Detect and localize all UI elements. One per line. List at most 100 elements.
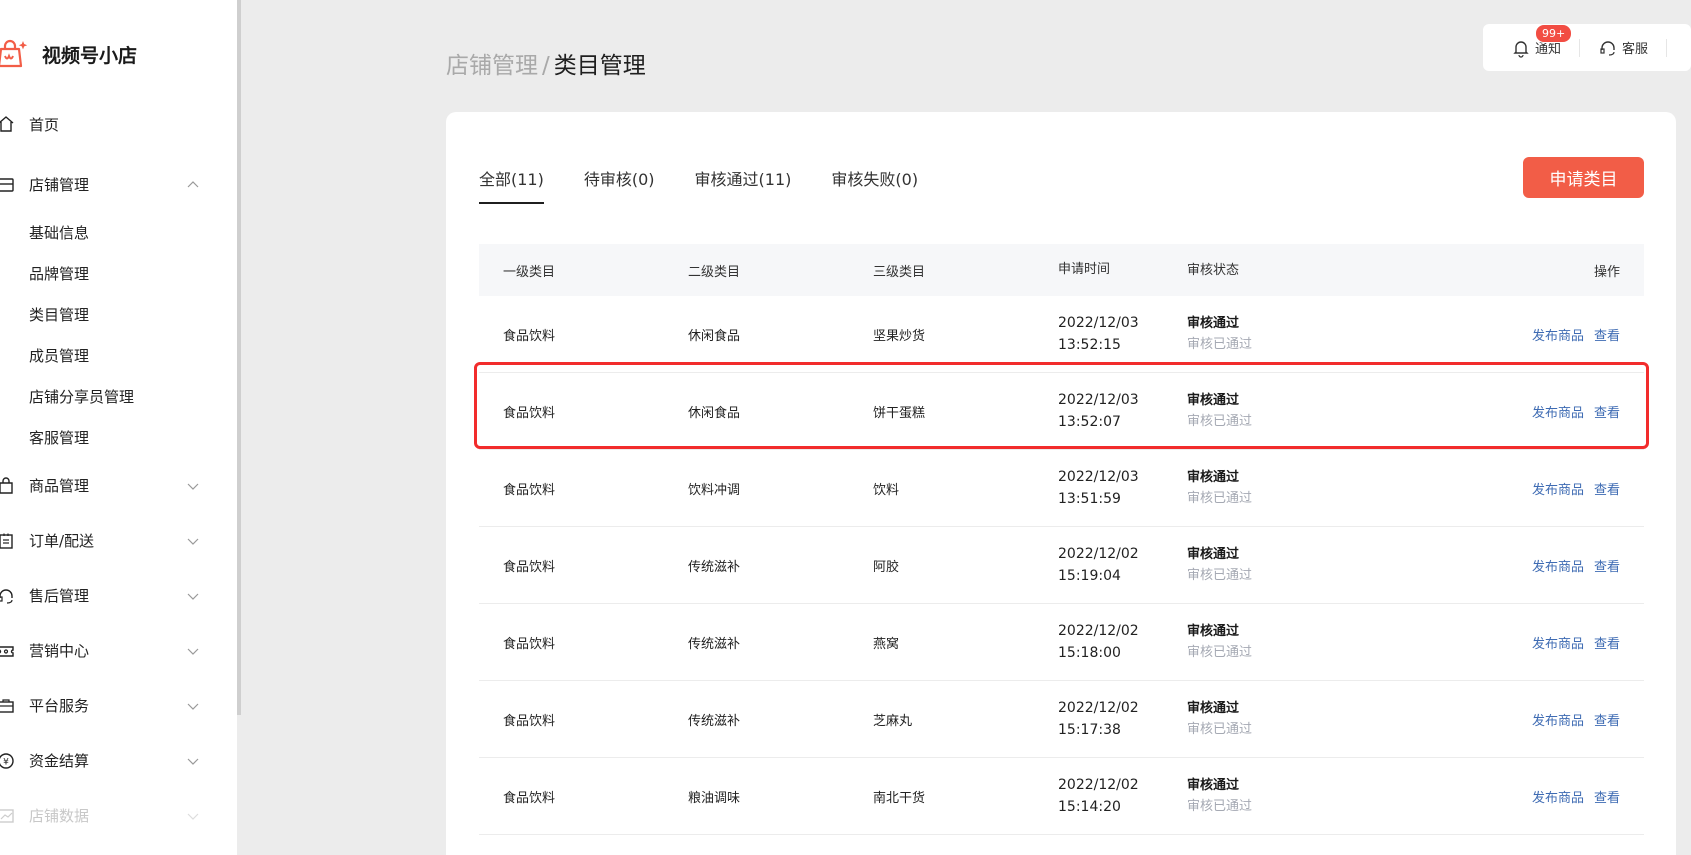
status-detail: 审核已通过 xyxy=(1187,414,1253,429)
sidebar-nav: 首页 店铺管理 基础信息 品牌管理 类目管理 成员管理 店铺分享员管理 客服管理… xyxy=(0,102,237,843)
sidebar-item-orders[interactable]: 订单/配送 xyxy=(0,513,237,568)
cell-actions: 发布商品 查看 xyxy=(1532,325,1620,344)
status-detail: 审核已通过 xyxy=(1187,568,1253,583)
sidebar-item-goods[interactable]: 商品管理 xyxy=(0,458,237,513)
publish-goods-link[interactable]: 发布商品 xyxy=(1532,791,1584,806)
sidebar-item-label: 资金结算 xyxy=(29,752,90,770)
breadcrumb: 店铺管理 / 类目管理 xyxy=(446,46,646,80)
cell-level2: 休闲食品 xyxy=(688,328,741,344)
cell-level1: 食品饮料 xyxy=(503,713,556,729)
cell-status: 审核通过 审核已通过 xyxy=(1187,698,1252,740)
view-link[interactable]: 查看 xyxy=(1594,329,1620,344)
sidebar-subitem-category[interactable]: 类目管理 xyxy=(0,294,237,335)
chevron-down-icon xyxy=(187,593,199,600)
tab-all[interactable]: 全部(11) xyxy=(479,166,544,204)
tab-approved[interactable]: 审核通过(11) xyxy=(695,166,792,204)
view-link[interactable]: 查看 xyxy=(1594,637,1620,652)
view-link[interactable]: 查看 xyxy=(1594,714,1620,729)
chevron-down-icon xyxy=(187,813,199,820)
sidebar-item-aftersale[interactable]: 售后管理 xyxy=(0,568,237,623)
ticket-icon xyxy=(0,641,16,661)
apply-time: 15:17:38 xyxy=(1058,722,1121,738)
sidebar-item-home[interactable]: 首页 xyxy=(0,102,237,146)
clipboard-icon xyxy=(0,531,16,551)
chevron-down-icon xyxy=(187,483,199,490)
cell-actions: 发布商品 查看 xyxy=(1532,710,1620,729)
sidebar-subitem-basic-info[interactable]: 基础信息 xyxy=(0,212,237,253)
cell-level2: 饮料冲调 xyxy=(688,482,741,498)
sidebar-item-store-data[interactable]: 店铺数据 xyxy=(0,788,237,843)
apply-category-button[interactable]: 申请类目 xyxy=(1523,157,1644,198)
divider xyxy=(1579,38,1581,57)
table-row: 食品饮料 粮油调味 南北干货 2022/12/02 15:14:20 审核通过 审核已通过 发… xyxy=(479,758,1644,835)
table-row: 食品饮料 饮料冲调 饮料 2022/12/03 13:51:59 审核通过 审核已通过 发布商… xyxy=(479,450,1644,527)
cell-level3: 饮料 xyxy=(873,482,900,498)
view-link[interactable]: 查看 xyxy=(1594,791,1620,806)
cell-level2: 传统滋补 xyxy=(688,636,741,652)
divider xyxy=(1666,38,1668,57)
chevron-up-icon xyxy=(187,180,199,187)
sidebar-subitem-members[interactable]: 成员管理 xyxy=(0,335,237,376)
table-row: 食品饮料 传统滋补 阿胶 2022/12/02 15:19:04 审核通过 审核已通过 发布商… xyxy=(479,527,1644,604)
sidebar-item-finance[interactable]: ¥ 资金结算 xyxy=(0,733,237,788)
cell-level2: 传统滋补 xyxy=(688,713,741,729)
sidebar-subitem-sharers[interactable]: 店铺分享员管理 xyxy=(0,376,237,417)
yen-coin-icon: ¥ xyxy=(0,751,16,771)
status-text: 审核通过 xyxy=(1187,778,1240,793)
apply-time: 15:14:20 xyxy=(1058,799,1121,815)
cell-level3: 阿胶 xyxy=(873,559,900,575)
publish-goods-link[interactable]: 发布商品 xyxy=(1532,329,1584,344)
sidebar-item-label: 订单/配送 xyxy=(29,532,95,550)
cell-level2: 休闲食品 xyxy=(688,405,741,421)
chart-icon xyxy=(0,806,16,826)
sidebar-item-platform[interactable]: 平台服务 xyxy=(0,678,237,733)
publish-goods-link[interactable]: 发布商品 xyxy=(1532,637,1584,652)
sidebar-subitem-brand[interactable]: 品牌管理 xyxy=(0,253,237,294)
customer-service-label: 客服 xyxy=(1622,42,1649,57)
table-row: 食品饮料 传统滋补 燕窝 2022/12/02 15:18:00 审核通过 审核已通过 发布商… xyxy=(479,604,1644,681)
sidebar-item-label: 商品管理 xyxy=(29,477,90,495)
view-link[interactable]: 查看 xyxy=(1594,483,1620,498)
store-icon xyxy=(0,175,16,195)
cell-actions: 发布商品 查看 xyxy=(1532,402,1620,421)
header-level2: 二级类目 xyxy=(688,264,741,280)
notification-button[interactable]: 通知 99+ xyxy=(1511,23,1573,58)
sidebar-item-label: 平台服务 xyxy=(29,697,90,715)
cell-level1: 食品饮料 xyxy=(503,405,556,421)
apply-date: 2022/12/02 xyxy=(1058,700,1139,716)
cell-level1: 食品饮料 xyxy=(503,559,556,575)
sidebar-scrollbar[interactable] xyxy=(237,0,241,715)
publish-goods-link[interactable]: 发布商品 xyxy=(1532,406,1584,421)
sidebar-subitem-customer-service[interactable]: 客服管理 xyxy=(0,417,237,458)
apply-time: 13:51:59 xyxy=(1058,491,1121,507)
sidebar: 视频号小店 首页 店铺管理 基础信息 品牌管理 类目管理 成员管理 店铺分享员管… xyxy=(0,0,237,855)
status-tabs: 全部(11) 待审核(0) 审核通过(11) 审核失败(0) xyxy=(479,166,958,204)
cell-status: 审核通过 审核已通过 xyxy=(1187,544,1252,586)
status-text: 审核通过 xyxy=(1187,470,1240,485)
table-header: 一级类目 二级类目 三级类目 申请时间 审核状态 操作 xyxy=(479,244,1644,296)
apply-time: 15:18:00 xyxy=(1058,645,1121,661)
status-detail: 审核已通过 xyxy=(1187,337,1253,352)
status-detail: 审核已通过 xyxy=(1187,799,1253,814)
view-link[interactable]: 查看 xyxy=(1594,406,1620,421)
view-link[interactable]: 查看 xyxy=(1594,560,1620,575)
breadcrumb-parent[interactable]: 店铺管理 xyxy=(446,53,538,79)
page-title: 类目管理 xyxy=(553,53,646,79)
tab-pending[interactable]: 待审核(0) xyxy=(584,166,655,204)
publish-goods-link[interactable]: 发布商品 xyxy=(1532,483,1584,498)
apply-time: 13:52:07 xyxy=(1058,414,1121,430)
customer-service-button[interactable]: 客服 xyxy=(1598,38,1648,58)
sidebar-item-store-management[interactable]: 店铺管理 xyxy=(0,157,237,212)
headset-icon xyxy=(1600,40,1615,56)
sidebar-item-marketing[interactable]: 营销中心 xyxy=(0,623,237,678)
topbar: 通知 99+ 客服 xyxy=(1483,23,1691,71)
brand[interactable]: 视频号小店 xyxy=(0,36,137,72)
tab-rejected[interactable]: 审核失败(0) xyxy=(831,166,918,204)
publish-goods-link[interactable]: 发布商品 xyxy=(1532,714,1584,729)
status-text: 审核通过 xyxy=(1187,624,1240,639)
apply-date: 2022/12/02 xyxy=(1058,777,1139,793)
breadcrumb-separator: / xyxy=(542,53,550,79)
publish-goods-link[interactable]: 发布商品 xyxy=(1532,560,1584,575)
cell-level1: 食品饮料 xyxy=(503,790,556,806)
cell-level3: 芝麻丸 xyxy=(873,713,913,729)
